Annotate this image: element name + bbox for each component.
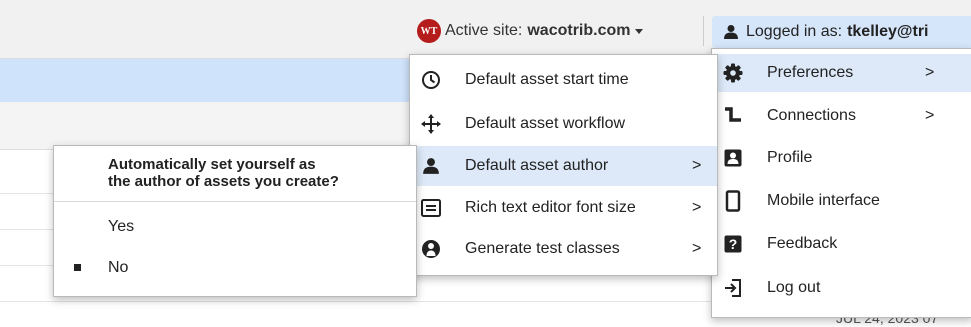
- menu-item-default-asset-workflow[interactable]: Default asset workflow: [410, 103, 717, 145]
- login-username: tkelley@tri: [847, 23, 929, 40]
- author-question-line: Automatically set yourself as: [108, 156, 316, 173]
- svg-text:?: ?: [729, 236, 738, 252]
- menu-item-default-asset-author[interactable]: Default asset author >: [410, 146, 717, 186]
- menu-item-label: Feedback: [767, 235, 838, 252]
- mobile-icon: [722, 190, 744, 212]
- menu-item-label: Mobile interface: [767, 192, 880, 209]
- menu-item-profile[interactable]: Profile: [712, 139, 971, 177]
- menu-item-label: Rich text editor font size: [465, 199, 636, 216]
- menu-item-preferences[interactable]: Preferences >: [712, 54, 971, 92]
- selected-indicator-icon: [74, 264, 81, 271]
- menu-item-label: Default asset start time: [465, 71, 629, 88]
- menu-item-default-asset-start-time[interactable]: Default asset start time: [410, 59, 717, 101]
- user-icon: [420, 155, 442, 177]
- active-site-value: wacotrib.com: [527, 22, 631, 39]
- menu-item-label: Generate test classes: [465, 240, 620, 257]
- menu-item-generate-test-classes[interactable]: Generate test classes >: [410, 229, 717, 269]
- user-menu-button[interactable]: Logged in as: tkelley@tri: [712, 16, 971, 48]
- menu-divider: [54, 201, 416, 202]
- caret-down-icon: [634, 28, 643, 34]
- move-icon: [420, 113, 442, 135]
- author-question-line: the author of assets you create?: [108, 173, 339, 190]
- author-option-yes[interactable]: Yes: [54, 209, 416, 245]
- logout-icon: [722, 277, 744, 299]
- question-icon: ?: [722, 233, 744, 255]
- menu-item-label: Preferences: [767, 64, 854, 81]
- user-icon: [724, 25, 738, 39]
- chevron-right-icon: >: [692, 240, 702, 257]
- active-site-selector[interactable]: WT Active site: wacotrib.com: [417, 18, 643, 44]
- menu-item-connections[interactable]: Connections >: [712, 97, 971, 135]
- login-label: Logged in as:: [746, 23, 843, 40]
- site-logo-icon: WT: [417, 19, 441, 43]
- chevron-right-icon: >: [692, 157, 702, 174]
- user-secret-icon: [420, 238, 442, 260]
- id-card-icon: [722, 147, 744, 169]
- option-label: No: [108, 259, 129, 276]
- connections-icon: [722, 105, 744, 127]
- default-asset-author-submenu: Automatically set yourself as the author…: [53, 145, 417, 297]
- text-size-icon: [420, 197, 442, 219]
- header-divider: [703, 16, 704, 46]
- menu-item-rich-text-editor-font-size[interactable]: Rich text editor font size >: [410, 188, 717, 228]
- menu-item-label: Profile: [767, 149, 813, 166]
- option-label: Yes: [108, 218, 135, 235]
- author-question: Automatically set yourself as the author…: [108, 156, 339, 190]
- menu-item-label: Default asset workflow: [465, 115, 626, 132]
- menu-item-log-out[interactable]: Log out: [712, 269, 971, 307]
- chevron-right-icon: >: [692, 199, 702, 216]
- menu-item-label: Connections: [767, 107, 856, 124]
- author-option-no[interactable]: No: [54, 250, 416, 286]
- user-menu: Preferences > Connections > Profile Mobi…: [711, 48, 971, 318]
- chevron-right-icon: >: [925, 107, 935, 124]
- clock-icon: [420, 69, 442, 91]
- chevron-right-icon: >: [925, 64, 935, 81]
- menu-item-feedback[interactable]: ? Feedback: [712, 225, 971, 263]
- active-site-label: Active site:: [445, 22, 523, 39]
- preferences-submenu: Default asset start time Default asset w…: [409, 54, 718, 276]
- gear-icon: [722, 62, 744, 84]
- menu-item-mobile-interface[interactable]: Mobile interface: [712, 182, 971, 220]
- menu-item-label: Log out: [767, 279, 821, 296]
- menu-item-label: Default asset author: [465, 157, 609, 174]
